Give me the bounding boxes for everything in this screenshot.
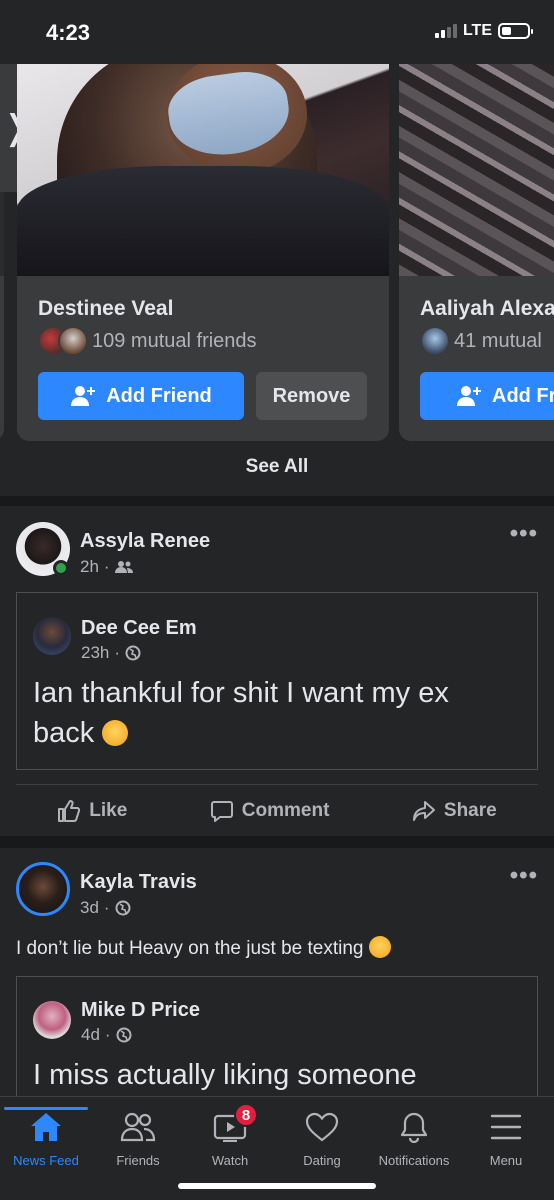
- remove-button[interactable]: Remove: [256, 372, 367, 420]
- tab-label: Watch: [211, 1153, 249, 1168]
- shared-post-author[interactable]: Dee Cee Em: [81, 617, 197, 640]
- tab-label: Menu: [489, 1153, 523, 1168]
- signal-icon: [434, 24, 457, 38]
- tab-label: Dating: [303, 1153, 341, 1168]
- avatar[interactable]: [16, 862, 70, 916]
- shared-post-author[interactable]: Mike D Price: [81, 999, 200, 1022]
- add-friend-button[interactable]: Add Friend: [38, 372, 244, 420]
- shared-post[interactable]: Dee Cee Em 23h · Ian thankful for shit I…: [16, 592, 538, 770]
- like-button[interactable]: Like: [57, 799, 127, 823]
- shared-post-meta: 4d ·: [81, 1025, 132, 1045]
- share-button[interactable]: Share: [412, 799, 497, 823]
- unamused-face-emoji: [102, 720, 129, 746]
- suggestion-name[interactable]: Destinee Veal: [38, 297, 173, 321]
- crying-face-emoji: [368, 936, 391, 958]
- shared-post-meta: 23h ·: [81, 643, 141, 663]
- suggestion-name[interactable]: Aaliyah Alexa: [420, 297, 554, 321]
- post-text: I don’t lie but Heavy on the just be tex…: [16, 936, 391, 960]
- tab-label: Notifications: [378, 1153, 450, 1168]
- remove-label: Remove: [272, 384, 351, 407]
- feed-post: Kayla Travis 3d · ••• I don’t lie but He…: [0, 848, 554, 1116]
- home-icon: [31, 1113, 61, 1141]
- comment-icon: [210, 800, 233, 822]
- more-options-icon[interactable]: •••: [510, 520, 538, 548]
- heart-icon: [305, 1112, 339, 1142]
- shared-post-text: Ian thankful for shit I want my ex back: [33, 677, 449, 749]
- add-person-icon: [457, 386, 481, 406]
- suggestion-card[interactable]: Aaliyah Alexa 41 mutual Add Fri: [399, 64, 554, 441]
- suggestion-photo[interactable]: [399, 64, 554, 276]
- menu-icon: [490, 1114, 522, 1140]
- globe-icon: [115, 900, 131, 916]
- shared-post-time[interactable]: 4d: [81, 1025, 100, 1045]
- mutual-friends: 41 mutual: [420, 326, 542, 356]
- comment-button[interactable]: Comment: [210, 799, 329, 823]
- tab-watch[interactable]: 8 Watch: [184, 1103, 276, 1168]
- tab-label: News Feed: [13, 1153, 79, 1168]
- globe-icon: [116, 1027, 132, 1043]
- network-label: LTE: [462, 22, 492, 39]
- suggestion-photo[interactable]: [17, 64, 389, 276]
- tab-notifications[interactable]: Notifications: [368, 1109, 460, 1168]
- add-friend-label: Add Friend: [106, 384, 212, 407]
- tab-friends[interactable]: Friends: [92, 1109, 184, 1168]
- globe-icon: [125, 645, 141, 661]
- people-you-may-know: ❭ Destinee Veal 109 mutual friends Add F…: [0, 64, 554, 496]
- see-all-link[interactable]: See All: [0, 456, 554, 478]
- avatar[interactable]: [33, 1001, 71, 1039]
- mutual-friends-count: 109 mutual friends: [92, 329, 257, 352]
- battery-icon: [498, 23, 533, 39]
- add-friend-button[interactable]: Add Fri: [420, 372, 554, 420]
- mutual-friend-avatar: [58, 326, 88, 356]
- post-meta: 3d ·: [80, 898, 131, 918]
- mutual-friend-avatar: [420, 326, 450, 356]
- shared-post-time[interactable]: 23h: [81, 643, 109, 663]
- mutual-friends: 109 mutual friends: [38, 326, 257, 356]
- thumbs-up-icon: [58, 799, 81, 822]
- tab-label: Friends: [116, 1153, 160, 1168]
- share-icon: [412, 800, 435, 821]
- post-meta: 2h ·: [80, 557, 133, 577]
- shared-post-text: I miss actually liking someone: [33, 1059, 417, 1091]
- suggestion-card[interactable]: Destinee Veal 109 mutual friends Add Fri…: [17, 64, 389, 441]
- shared-post[interactable]: Mike D Price 4d · I miss actually liking…: [16, 976, 538, 1116]
- active-tab-indicator: [4, 1107, 88, 1110]
- home-indicator[interactable]: [178, 1183, 376, 1189]
- post-time[interactable]: 2h: [80, 557, 99, 577]
- feed-post: Assyla Renee 2h · ••• Dee Cee Em 23h · I…: [0, 506, 554, 836]
- online-indicator: [53, 560, 69, 576]
- status-time: 4:23: [46, 20, 91, 45]
- tab-news-feed[interactable]: News Feed: [0, 1107, 92, 1168]
- tab-dating[interactable]: Dating: [276, 1109, 368, 1168]
- more-options-icon[interactable]: •••: [510, 862, 538, 890]
- bell-icon: [400, 1112, 428, 1143]
- post-time[interactable]: 3d: [80, 898, 99, 918]
- status-bar: 4:23 LTE: [0, 0, 554, 64]
- add-friend-label: Add Fri: [492, 384, 554, 407]
- friends-icon: [114, 561, 133, 573]
- friends-icon: [120, 1112, 156, 1142]
- post-author[interactable]: Assyla Renee: [80, 530, 210, 553]
- tab-menu[interactable]: Menu: [460, 1109, 552, 1168]
- add-person-icon: [71, 386, 96, 406]
- status-indicators: LTE: [434, 22, 533, 40]
- avatar[interactable]: [33, 617, 71, 655]
- notification-badge: 8: [234, 1103, 258, 1127]
- post-actions: Like Comment Share: [16, 784, 538, 836]
- post-author[interactable]: Kayla Travis: [80, 871, 197, 894]
- mutual-friends-count: 41 mutual: [454, 329, 542, 352]
